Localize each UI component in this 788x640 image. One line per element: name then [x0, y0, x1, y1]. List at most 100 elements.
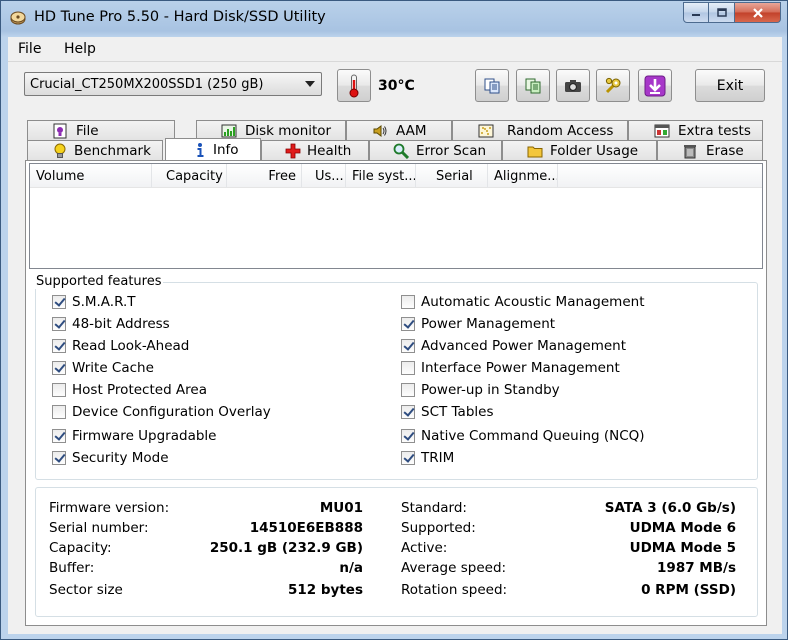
feature-checkbox[interactable]: S.M.A.R.T — [52, 293, 136, 311]
column-header-alignment[interactable]: Alignme... — [488, 164, 558, 188]
checkbox-checked[interactable] — [401, 339, 415, 353]
checkbox-checked[interactable] — [52, 451, 66, 465]
trash-icon — [684, 145, 696, 159]
feature-checkbox[interactable]: Native Command Queuing (NCQ) — [401, 427, 645, 445]
column-header-file-system[interactable]: File syst... — [346, 164, 416, 188]
checkbox-checked[interactable] — [52, 295, 66, 309]
checkbox-unchecked[interactable] — [401, 361, 415, 375]
info-label: Buffer: — [49, 560, 95, 576]
tab-label: Disk monitor — [245, 123, 332, 139]
checkbox-unchecked[interactable] — [52, 383, 66, 397]
checkbox-unchecked[interactable] — [401, 295, 415, 309]
volume-table[interactable]: Volume Capacity Free Us... File syst... … — [29, 163, 763, 269]
menu-help[interactable]: Help — [64, 41, 96, 57]
tab-row-top: File Benchmark Disk monitor AAM — [27, 120, 763, 155]
info-label: Firmware version: — [49, 500, 170, 516]
checkbox-checked[interactable] — [52, 339, 66, 353]
title-bar[interactable]: HD Tune Pro 5.50 - Hard Disk/SSD Utility — [1, 1, 787, 35]
copy-document-icon — [484, 78, 500, 93]
checkbox-checked[interactable] — [401, 317, 415, 331]
info-label: Standard: — [401, 500, 467, 516]
tab-info[interactable]: Info — [165, 138, 261, 160]
info-value: 250.1 gB (232.9 GB) — [209, 540, 363, 556]
info-value: UDMA Mode 6 — [629, 520, 736, 536]
maximize-button[interactable] — [709, 2, 735, 23]
feature-label: Power-up in Standby — [421, 382, 560, 398]
drive-dropdown[interactable]: Crucial_CT250MX200SSD1 (250 gB) — [24, 72, 322, 96]
column-header-capacity[interactable]: Capacity — [152, 164, 227, 188]
info-label: Active: — [401, 540, 448, 556]
feature-label: Advanced Power Management — [421, 338, 627, 354]
random-access-icon — [478, 124, 494, 138]
tab-erase[interactable]: Erase — [657, 140, 763, 160]
options-button[interactable] — [596, 69, 630, 102]
tab-health[interactable]: Health — [261, 140, 369, 160]
feature-checkbox[interactable]: Firmware Upgradable — [52, 427, 216, 445]
tab-folder-usage[interactable]: Folder Usage — [502, 140, 657, 160]
column-header-used[interactable]: Us... — [302, 164, 346, 188]
thermometer-icon — [349, 74, 359, 97]
feature-checkbox[interactable]: 48-bit Address — [52, 315, 170, 333]
feature-label: Host Protected Area — [72, 382, 207, 398]
feature-checkbox[interactable]: Write Cache — [52, 359, 154, 377]
feature-label: Device Configuration Overlay — [72, 404, 271, 420]
feature-checkbox[interactable]: Interface Power Management — [401, 359, 620, 377]
extra-tests-icon — [654, 124, 670, 138]
feature-checkbox[interactable]: Device Configuration Overlay — [52, 403, 271, 421]
checkbox-checked[interactable] — [401, 405, 415, 419]
feature-label: Security Mode — [72, 450, 169, 466]
tab-disk-monitor[interactable]: Disk monitor — [196, 120, 346, 140]
screenshot-button[interactable] — [556, 69, 590, 102]
copy-info-button[interactable] — [475, 69, 509, 102]
tab-label: Erase — [706, 143, 744, 159]
file-benchmark-icon — [53, 123, 67, 139]
folder-icon — [527, 146, 543, 158]
feature-checkbox[interactable]: Host Protected Area — [52, 381, 207, 399]
save-button[interactable] — [638, 69, 672, 102]
tab-aam[interactable]: AAM — [346, 120, 452, 140]
menu-file[interactable]: File — [18, 41, 41, 57]
checkbox-checked[interactable] — [52, 361, 66, 375]
feature-label: Power Management — [421, 316, 556, 332]
exit-button-label: Exit — [716, 77, 744, 94]
minimize-icon — [692, 13, 700, 16]
tab-random-access[interactable]: Random Access — [452, 120, 628, 140]
feature-checkbox[interactable]: Power-up in Standby — [401, 381, 560, 399]
checkbox-unchecked[interactable] — [52, 405, 66, 419]
exit-button[interactable]: Exit — [695, 69, 765, 102]
copy-all-button[interactable] — [516, 69, 550, 102]
tab-extra-tests[interactable]: Extra tests — [628, 120, 763, 140]
minimize-button[interactable] — [683, 2, 709, 23]
column-header-free[interactable]: Free — [227, 164, 302, 188]
feature-checkbox[interactable]: Power Management — [401, 315, 555, 333]
client-area: Crucial_CT250MX200SSD1 (250 gB) 30°C Exi… — [8, 61, 782, 634]
tab-benchmark[interactable]: Benchmark — [27, 140, 163, 160]
feature-checkbox[interactable]: Read Look-Ahead — [52, 337, 189, 355]
close-button[interactable] — [735, 2, 781, 23]
feature-checkbox[interactable]: Advanced Power Management — [401, 337, 626, 355]
info-value: UDMA Mode 5 — [629, 540, 736, 556]
info-value: SATA 3 (6.0 Gb/s) — [604, 500, 736, 516]
magnifier-icon — [393, 143, 409, 159]
info-value: MU01 — [319, 500, 363, 516]
column-header-serial[interactable]: Serial — [416, 164, 488, 188]
feature-checkbox[interactable]: Security Mode — [52, 449, 169, 467]
feature-checkbox[interactable]: SCT Tables — [401, 403, 493, 421]
checkbox-checked[interactable] — [401, 451, 415, 465]
info-value: 512 bytes — [288, 582, 363, 598]
speaker-icon — [373, 125, 387, 137]
checkbox-checked[interactable] — [52, 429, 66, 443]
tab-label: Benchmark — [74, 143, 151, 159]
tab-error-scan[interactable]: Error Scan — [369, 140, 502, 160]
feature-label: 48-bit Address — [72, 316, 170, 332]
checkbox-checked[interactable] — [401, 429, 415, 443]
info-icon — [197, 143, 204, 157]
tab-file-benchmark[interactable]: File Benchmark — [27, 120, 175, 155]
checkbox-unchecked[interactable] — [401, 383, 415, 397]
feature-checkbox[interactable]: Automatic Acoustic Management — [401, 293, 644, 311]
feature-checkbox[interactable]: TRIM — [401, 449, 454, 467]
column-header-volume[interactable]: Volume — [30, 164, 152, 188]
temperature-button[interactable] — [337, 69, 371, 102]
checkbox-checked[interactable] — [52, 317, 66, 331]
camera-icon — [565, 79, 581, 92]
